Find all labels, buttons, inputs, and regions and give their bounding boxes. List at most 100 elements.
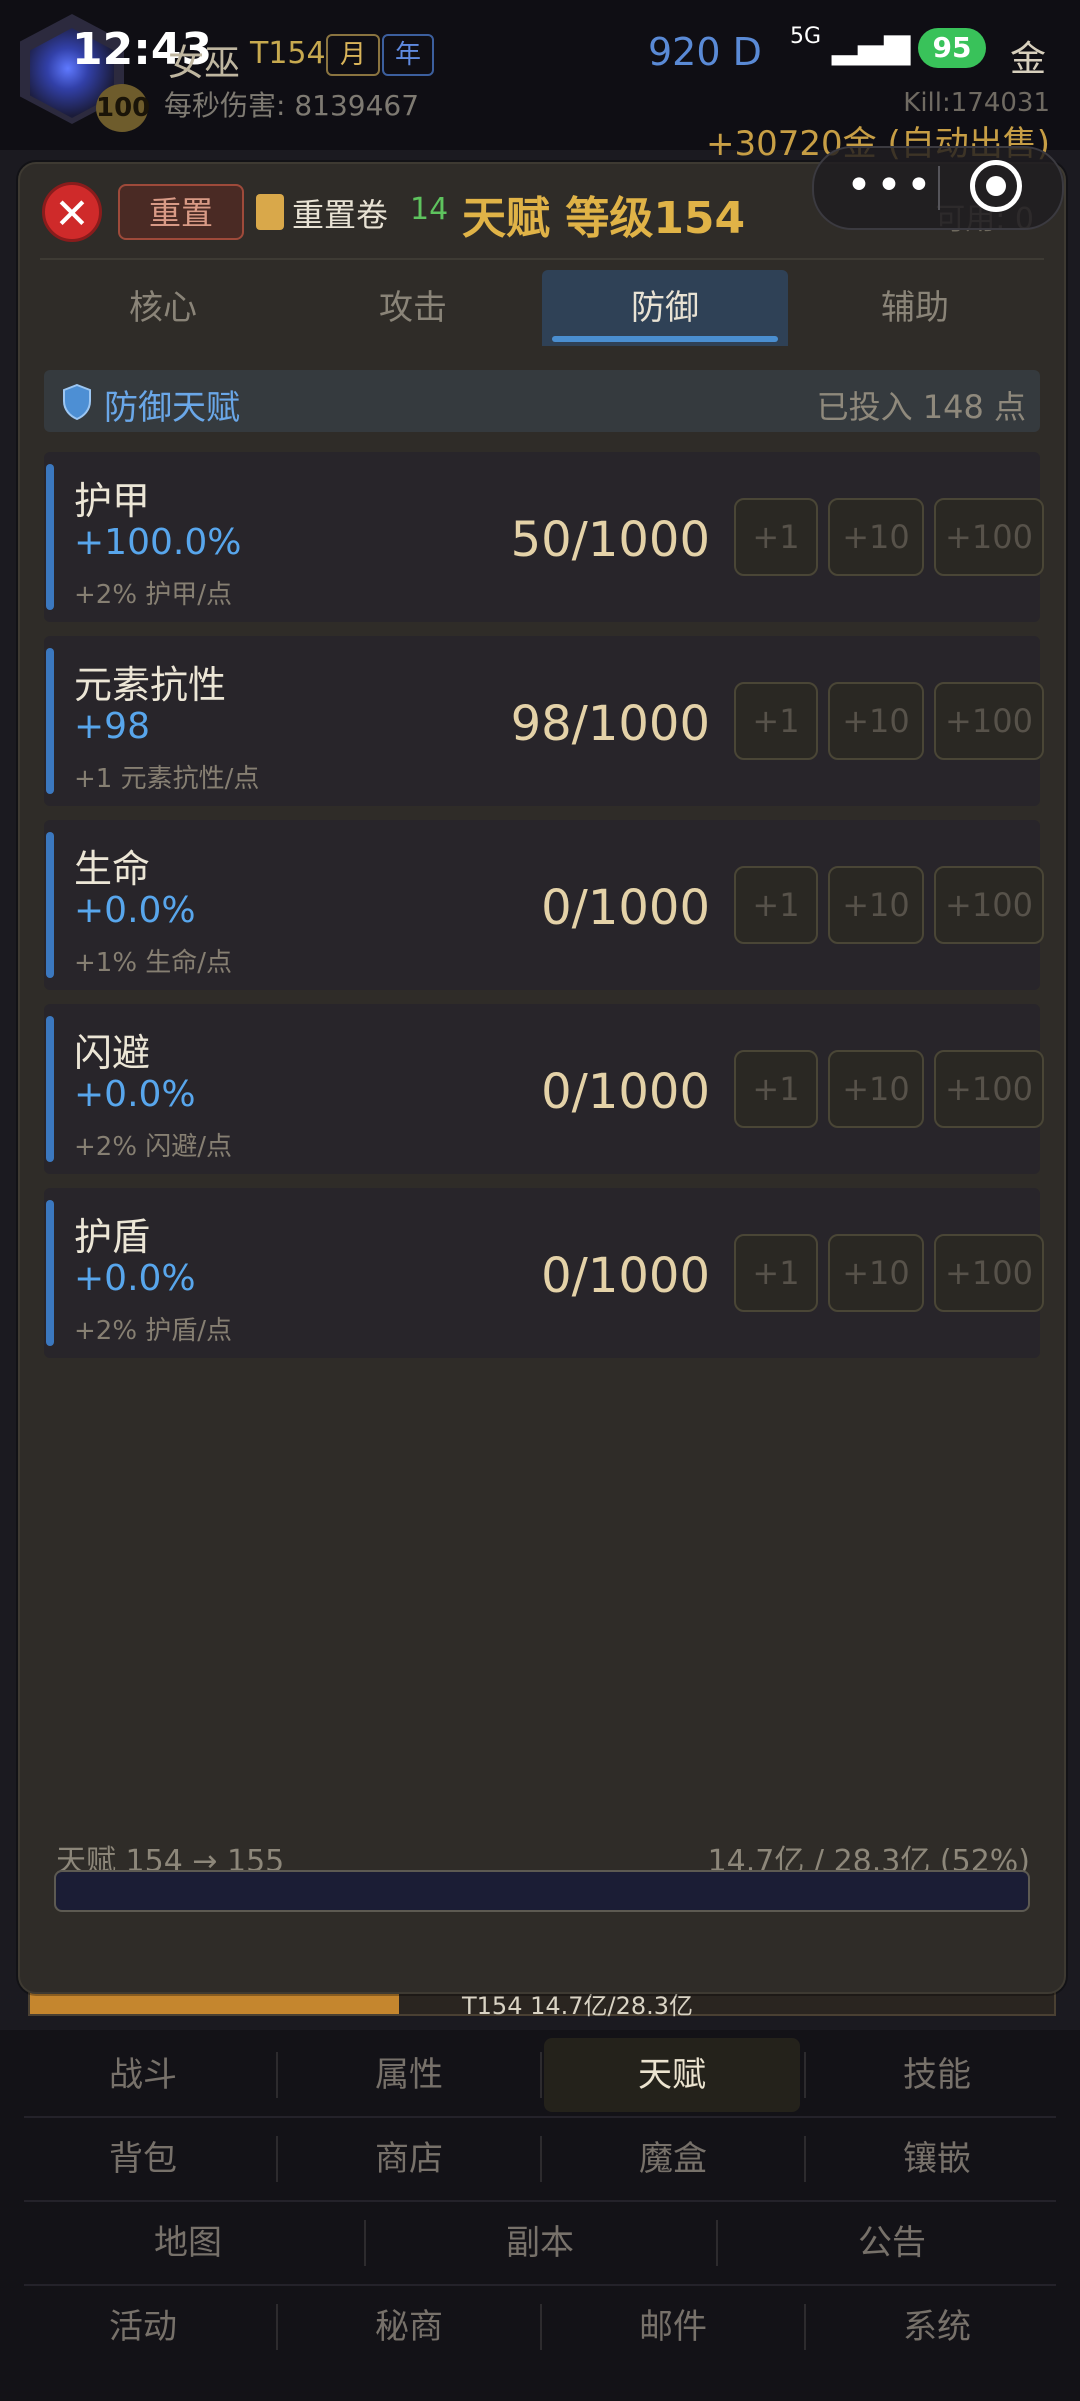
nav-item-secret-shop[interactable]: 秘商 bbox=[290, 2290, 528, 2364]
month-card-chip[interactable]: 月 bbox=[326, 34, 380, 76]
tab-defense[interactable]: 防御 bbox=[542, 270, 788, 346]
section-title: 防御天赋 bbox=[104, 388, 240, 428]
nav-item-attributes[interactable]: 属性 bbox=[290, 2038, 528, 2112]
gold-label: 金 bbox=[1010, 39, 1047, 80]
nav-item-system[interactable]: 系统 bbox=[818, 2290, 1056, 2364]
year-card-chip[interactable]: 年 bbox=[382, 34, 434, 76]
add-10-button[interactable]: +10 bbox=[828, 866, 924, 944]
talent-name: 护盾 bbox=[74, 1215, 151, 1259]
talent-bonus: +100.0% bbox=[74, 522, 242, 563]
reset-scroll-count: 14 bbox=[410, 192, 449, 227]
talent-row-armor: 护甲 +100.0% +2% 护甲/点 50/1000 +1 +10 +100 bbox=[44, 452, 1044, 622]
talent-progress: 50/1000 bbox=[510, 512, 710, 568]
header-divider bbox=[40, 258, 1044, 260]
add-1-button[interactable]: +1 bbox=[734, 1234, 818, 1312]
nav-divider bbox=[540, 2136, 542, 2182]
close-target-icon[interactable] bbox=[970, 160, 1022, 212]
currency-d: 920 D bbox=[648, 30, 762, 74]
capsule-divider bbox=[938, 166, 940, 210]
nav-item-battle[interactable]: 战斗 bbox=[24, 2038, 262, 2112]
scroll-icon bbox=[256, 194, 284, 230]
talent-name: 闪避 bbox=[74, 1031, 151, 1075]
talent-xp-bar bbox=[54, 1870, 1030, 1912]
talent-row-life: 生命 +0.0% +1% 生命/点 0/1000 +1 +10 +100 bbox=[44, 820, 1044, 990]
signal-icon: ▂▄▆ bbox=[831, 26, 911, 66]
add-10-button[interactable]: +10 bbox=[828, 498, 924, 576]
add-1-button[interactable]: +1 bbox=[734, 498, 818, 576]
talent-desc: +2% 闪避/点 bbox=[74, 1132, 233, 1162]
talent-bonus: +0.0% bbox=[74, 1074, 196, 1115]
nav-divider bbox=[364, 2220, 366, 2266]
add-100-button[interactable]: +100 bbox=[934, 682, 1044, 760]
more-icon[interactable]: ••• bbox=[846, 160, 936, 211]
row-accent bbox=[46, 464, 54, 610]
row-accent bbox=[46, 1016, 54, 1162]
row-accent bbox=[46, 1200, 54, 1346]
talent-tabs: 核心 攻击 防御 辅助 bbox=[40, 266, 1044, 350]
modal-title: 天赋 等级154 bbox=[462, 193, 746, 244]
battery-indicator: 95 bbox=[918, 28, 986, 68]
nav-item-events[interactable]: 活动 bbox=[24, 2290, 262, 2364]
reset-button[interactable]: 重置 bbox=[118, 184, 244, 240]
nav-item-notice[interactable]: 公告 bbox=[728, 2206, 1056, 2280]
talent-progress: 0/1000 bbox=[541, 880, 710, 936]
nav-item-inlay[interactable]: 镶嵌 bbox=[818, 2122, 1056, 2196]
nav-divider bbox=[276, 2052, 278, 2098]
nav-row: 背包 商店 魔盒 镶嵌 bbox=[0, 2118, 1080, 2200]
add-100-button[interactable]: +100 bbox=[934, 498, 1044, 576]
nav-row: 地图 副本 公告 bbox=[0, 2202, 1080, 2284]
nav-item-shop[interactable]: 商店 bbox=[290, 2122, 528, 2196]
talent-name: 元素抗性 bbox=[74, 663, 227, 707]
nav-divider bbox=[804, 2052, 806, 2098]
nav-item-bag[interactable]: 背包 bbox=[24, 2122, 262, 2196]
character-tier: T154 bbox=[250, 36, 326, 71]
add-1-button[interactable]: +1 bbox=[734, 1050, 818, 1128]
dps-label: 每秒伤害: 8139467 bbox=[164, 89, 420, 122]
nav-divider bbox=[276, 2136, 278, 2182]
add-100-button[interactable]: +100 bbox=[934, 1234, 1044, 1312]
row-accent bbox=[46, 832, 54, 978]
add-100-button[interactable]: +100 bbox=[934, 1050, 1044, 1128]
talent-desc: +2% 护盾/点 bbox=[74, 1316, 233, 1346]
talent-desc: +2% 护甲/点 bbox=[74, 580, 233, 610]
add-10-button[interactable]: +10 bbox=[828, 1234, 924, 1312]
talent-bonus: +0.0% bbox=[74, 890, 196, 931]
talent-name: 生命 bbox=[74, 847, 151, 891]
add-1-button[interactable]: +1 bbox=[734, 866, 818, 944]
nav-divider bbox=[804, 2136, 806, 2182]
nav-divider bbox=[716, 2220, 718, 2266]
nav-divider bbox=[276, 2304, 278, 2350]
talent-bonus: +0.0% bbox=[74, 1258, 196, 1299]
nav-divider bbox=[540, 2052, 542, 2098]
nav-item-map[interactable]: 地图 bbox=[24, 2206, 352, 2280]
nav-item-dungeon[interactable]: 副本 bbox=[376, 2206, 704, 2280]
talent-bonus: +98 bbox=[74, 706, 150, 747]
nav-item-mail[interactable]: 邮件 bbox=[554, 2290, 792, 2364]
talent-progress: 0/1000 bbox=[541, 1248, 710, 1304]
shield-icon bbox=[63, 384, 91, 420]
talent-desc: +1% 生命/点 bbox=[74, 948, 233, 978]
add-10-button[interactable]: +10 bbox=[828, 682, 924, 760]
add-10-button[interactable]: +10 bbox=[828, 1050, 924, 1128]
nav-item-magic-box[interactable]: 魔盒 bbox=[554, 2122, 792, 2196]
talent-progress: 98/1000 bbox=[510, 696, 710, 752]
character-name: 女巫 bbox=[168, 43, 241, 84]
nav-item-talent[interactable]: 天赋 bbox=[544, 2038, 800, 2112]
talent-row-elemental-resist: 元素抗性 +98 +1 元素抗性/点 98/1000 +1 +10 +100 bbox=[44, 636, 1044, 806]
talent-desc: +1 元素抗性/点 bbox=[74, 764, 260, 794]
miniprogram-capsule: ••• bbox=[812, 146, 1064, 230]
nav-item-skills[interactable]: 技能 bbox=[818, 2038, 1056, 2112]
talent-name: 护甲 bbox=[74, 479, 151, 523]
network-icon: 5G bbox=[790, 24, 822, 49]
tab-core[interactable]: 核心 bbox=[40, 270, 286, 346]
add-100-button[interactable]: +100 bbox=[934, 866, 1044, 944]
reset-scroll-label: 重置卷 bbox=[292, 196, 389, 234]
nav-row: 活动 秘商 邮件 系统 bbox=[0, 2286, 1080, 2368]
tab-support[interactable]: 辅助 bbox=[792, 270, 1038, 346]
close-button[interactable]: ✕ bbox=[42, 182, 102, 242]
nav-row: 战斗 属性 天赋 技能 bbox=[0, 2034, 1080, 2116]
kill-count: Kill:174031 bbox=[903, 88, 1050, 118]
add-1-button[interactable]: +1 bbox=[734, 682, 818, 760]
tab-attack[interactable]: 攻击 bbox=[290, 270, 536, 346]
avatar-level-badge: 100 bbox=[96, 84, 150, 132]
